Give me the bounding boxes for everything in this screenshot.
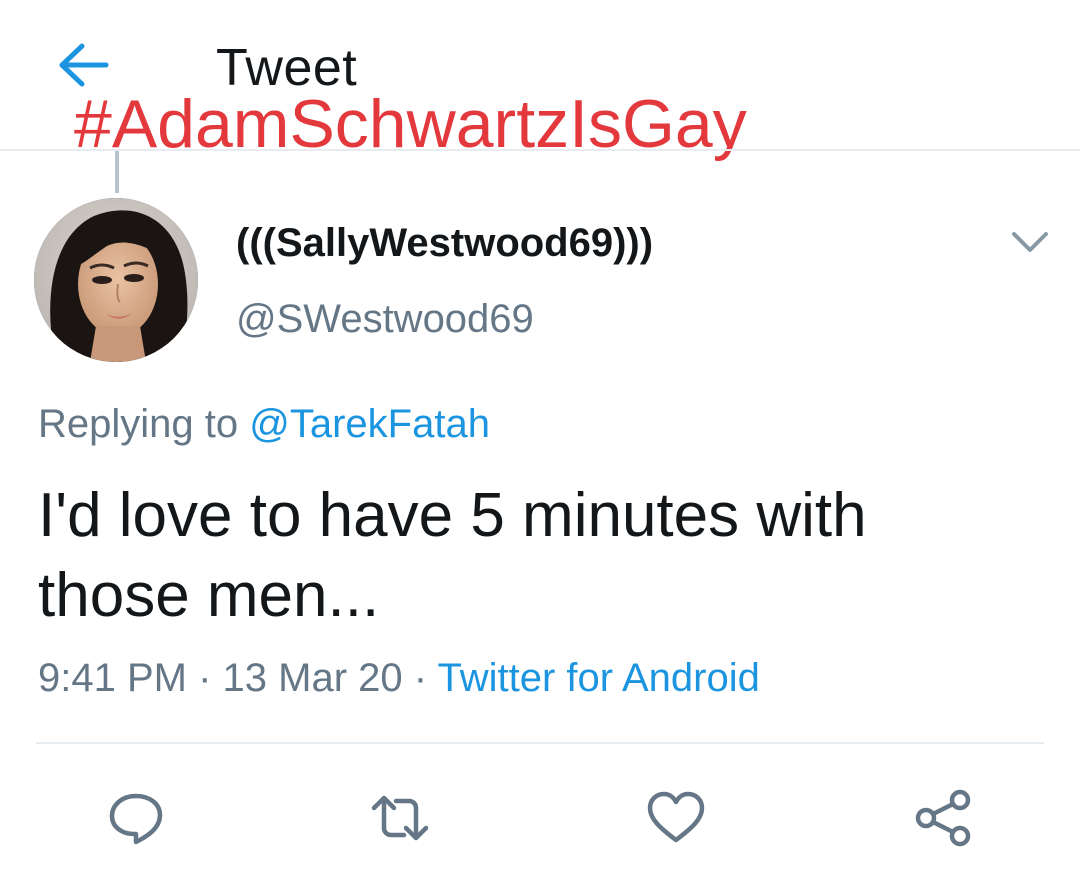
tweet-text-line-1: I'd love to have 5 minutes with xyxy=(38,481,867,550)
heart-icon xyxy=(647,791,705,843)
tweet-text-line-2: those men... xyxy=(38,561,380,630)
avatar-photo xyxy=(34,198,198,362)
thread-connector-line xyxy=(115,151,119,193)
tweet-page: Tweet #AdamSchwartzIsGay (((SallyWestwoo… xyxy=(0,0,1080,882)
tweet-time: 9:41 PM xyxy=(38,656,187,700)
header-divider xyxy=(0,149,1080,151)
like-button[interactable] xyxy=(646,788,706,848)
share-icon xyxy=(915,789,971,847)
tweet-body: I'd love to have 5 minutes with those me… xyxy=(38,476,1028,636)
replying-to-line: Replying to @TarekFatah xyxy=(38,398,490,450)
chevron-down-icon xyxy=(1012,232,1048,252)
tweet-metadata: 9:41 PM · 13 Mar 20 · Twitter for Androi… xyxy=(38,652,760,704)
retweet-icon xyxy=(371,795,429,841)
comment-icon xyxy=(109,793,163,845)
replying-to-mention-link[interactable]: @TarekFatah xyxy=(249,402,490,446)
tweet-source-link[interactable]: Twitter for Android xyxy=(438,656,760,700)
avatar[interactable] xyxy=(34,198,198,362)
retweet-button[interactable] xyxy=(370,788,430,848)
author-display-name[interactable]: (((SallyWestwood69))) xyxy=(236,218,653,268)
author-handle[interactable]: @SWestwood69 xyxy=(236,294,534,344)
meta-separator: · xyxy=(198,656,212,700)
meta-separator: · xyxy=(413,656,428,700)
reply-button[interactable] xyxy=(106,788,166,848)
replying-to-label: Replying to xyxy=(38,402,239,446)
tweet-options-button[interactable] xyxy=(1008,224,1052,260)
actions-divider xyxy=(36,742,1044,744)
tweet-date: 13 Mar 20 xyxy=(222,656,403,700)
share-button[interactable] xyxy=(914,788,974,848)
